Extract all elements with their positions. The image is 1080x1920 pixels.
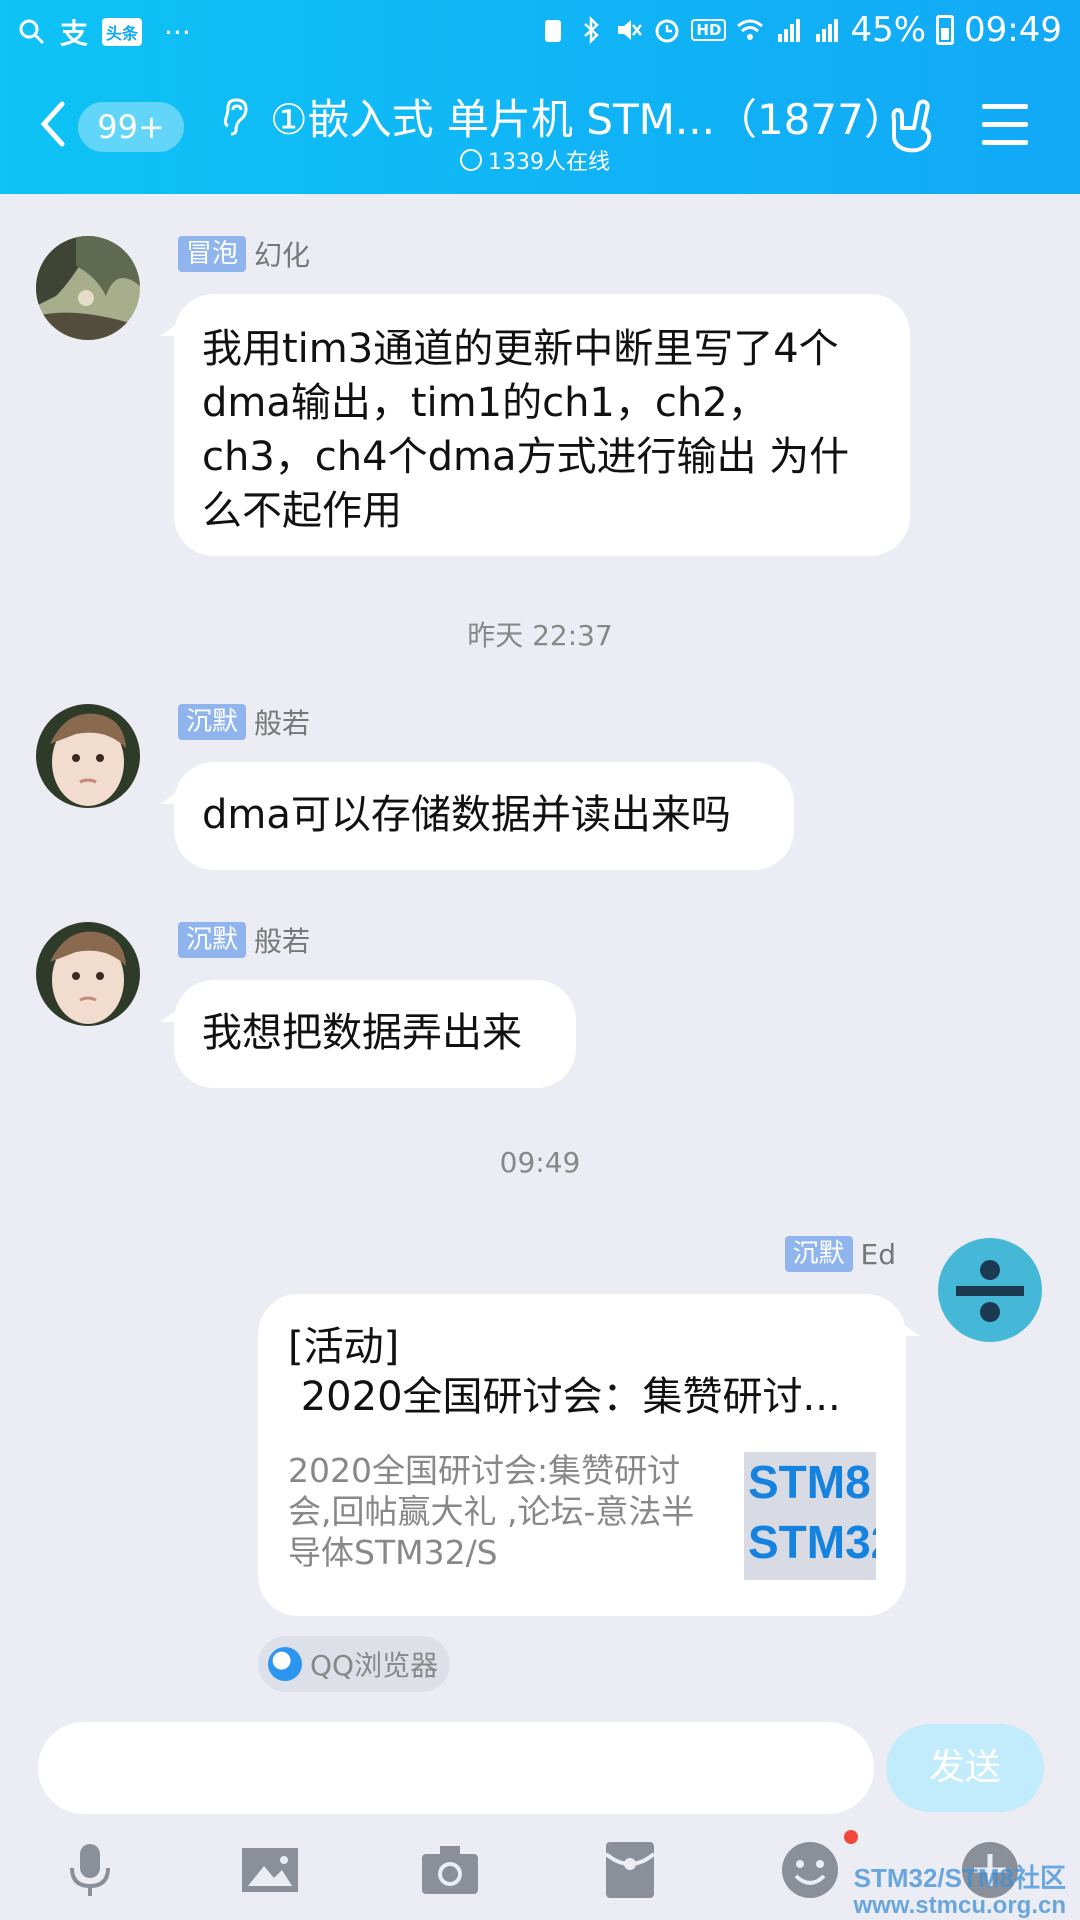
microphone-icon[interactable] xyxy=(60,1840,120,1900)
member-level-tag: 沉默 xyxy=(784,1236,853,1272)
online-count[interactable]: 1339人在线 xyxy=(460,144,610,176)
status-time: 09:49 xyxy=(964,10,1062,50)
watermark: STM32/STM8社区 www.stmcu.org.cn xyxy=(854,1864,1066,1920)
sender-row: 冒泡 幻化 xyxy=(178,234,310,274)
chevron-down-icon xyxy=(460,149,482,171)
group-title[interactable]: ①嵌入式 单片机 STM...（1877） xyxy=(270,86,906,147)
link-source-chip[interactable]: QQ浏览器 xyxy=(258,1636,451,1692)
sender-name[interactable]: 幻化 xyxy=(254,234,310,274)
sender-row: 沉默 Ed xyxy=(784,1236,896,1272)
notification-dot xyxy=(844,1830,858,1844)
menu-icon[interactable] xyxy=(982,104,1028,146)
avatar[interactable] xyxy=(36,922,140,1026)
sender-name[interactable]: Ed xyxy=(861,1238,896,1271)
thumbnail-text-line2: STM32 xyxy=(748,1516,876,1568)
member-level-tag: 沉默 xyxy=(178,704,247,740)
camera-icon[interactable] xyxy=(420,1840,480,1900)
red-packet-icon[interactable] xyxy=(600,1840,660,1900)
status-left-icons: 支 头条 ··· xyxy=(18,12,191,52)
back-arrow-icon[interactable] xyxy=(38,100,68,148)
earpiece-mode-icon[interactable] xyxy=(218,96,254,136)
more-dots-icon: ··· xyxy=(164,15,191,49)
message-input[interactable] xyxy=(38,1722,874,1814)
hd-icon: HD xyxy=(691,19,727,41)
message-text: dma可以存储数据并读出来吗 xyxy=(202,792,731,838)
send-button[interactable]: 发送 xyxy=(886,1724,1044,1812)
avatar[interactable] xyxy=(36,704,140,808)
chat-header: 支 头条 ··· HD 45% 09:49 99+ ①嵌入式 单片机 STM..… xyxy=(0,0,1080,194)
alipay-icon: 支 xyxy=(60,17,89,50)
timestamp: 昨天 22:37 xyxy=(467,619,613,652)
message-bubble[interactable]: 我想把数据弄出来 xyxy=(160,980,576,1088)
link-card-description: 2020全国研讨会:集赞研讨会,回帖赢大礼 ,论坛-意法半导体STM32/S xyxy=(288,1451,695,1572)
battery-icon xyxy=(936,15,955,45)
link-source-label: QQ浏览器 xyxy=(310,1649,439,1682)
status-bar: 支 头条 ··· HD 45% 09:49 xyxy=(0,0,1080,62)
message-bubble[interactable]: 我用tim3通道的更新中断里写了4个dma输出，tim1的ch1，ch2，ch3… xyxy=(160,294,910,556)
signal-2g-icon xyxy=(778,19,801,42)
wifi-icon xyxy=(737,19,764,40)
mute-icon xyxy=(618,20,643,40)
watermark-line1: STM32/STM8社区 xyxy=(853,1863,1066,1893)
thumbnail-text-line1: STM8 xyxy=(748,1456,871,1508)
recycle-icon xyxy=(545,20,562,42)
online-count-label: 1339人在线 xyxy=(488,150,610,175)
alarm-icon xyxy=(655,19,679,43)
status-right-icons: HD 45% 09:49 xyxy=(539,10,1062,50)
image-icon[interactable] xyxy=(240,1840,300,1900)
link-card-title-line2: 2020全国研讨会：集赞研讨... xyxy=(288,1374,841,1420)
avatar[interactable] xyxy=(36,236,140,340)
avatar[interactable] xyxy=(938,1238,1042,1342)
signal-4g-icon xyxy=(816,19,839,42)
battery-percent: 45% xyxy=(850,10,927,50)
bluetooth-icon xyxy=(584,16,600,44)
message-text: 我想把数据弄出来 xyxy=(202,1010,522,1056)
member-level-tag: 沉默 xyxy=(178,922,247,958)
message-text: 我用tim3通道的更新中断里写了4个dma输出，tim1的ch1，ch2，ch3… xyxy=(202,326,850,534)
timestamp: 09:49 xyxy=(499,1146,581,1179)
unread-count-badge[interactable]: 99+ xyxy=(78,102,184,152)
sender-name[interactable]: 般若 xyxy=(254,920,310,960)
hand-gesture-icon[interactable] xyxy=(886,98,938,154)
emoji-icon[interactable] xyxy=(780,1840,840,1900)
link-card[interactable]: [活动] 2020全国研讨会：集赞研讨... 2020全国研讨会:集赞研讨会,回… xyxy=(258,1294,920,1616)
sender-row: 沉默 般若 xyxy=(178,702,310,742)
toutiao-icon: 头条 xyxy=(102,18,143,46)
search-icon xyxy=(19,19,45,45)
message-bubble[interactable]: dma可以存储数据并读出来吗 xyxy=(160,762,794,870)
link-card-title-line1: [活动] xyxy=(288,1324,400,1370)
qq-browser-icon xyxy=(268,1647,302,1681)
link-card-thumbnail: STM8 STM32 xyxy=(744,1452,876,1580)
watermark-line2: www.stmcu.org.cn xyxy=(853,1892,1066,1919)
sender-name[interactable]: 般若 xyxy=(254,702,310,742)
sender-row: 沉默 般若 xyxy=(178,920,310,960)
member-level-tag: 冒泡 xyxy=(178,236,247,272)
